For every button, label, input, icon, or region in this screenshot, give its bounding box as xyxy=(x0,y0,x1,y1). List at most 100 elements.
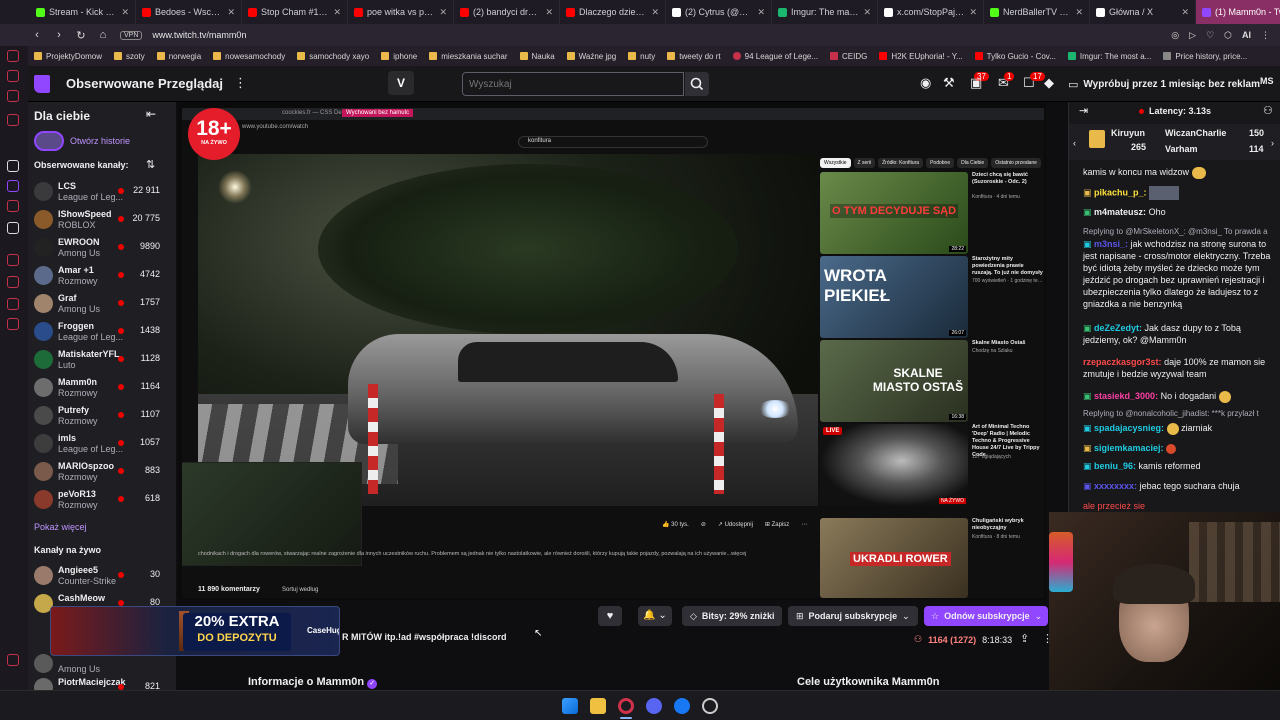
drops-icon[interactable]: ⚒ xyxy=(943,75,955,91)
telegram-icon[interactable] xyxy=(7,90,19,102)
more-icon[interactable]: ⋮ xyxy=(234,75,247,91)
browser-tab[interactable]: (2) Cytrus (@Cytr ✕ xyxy=(666,0,772,24)
browser-tab[interactable]: Stop Cham #1486 ✕ xyxy=(242,0,348,24)
followed-channel[interactable]: MatiskaterYFL Luto 1128 xyxy=(28,348,176,372)
bookmark-item[interactable]: CEIDG xyxy=(824,52,873,61)
bookmark-item[interactable]: iphone xyxy=(375,52,423,61)
play-icon[interactable]: ▷ xyxy=(1189,30,1196,41)
reload-icon[interactable]: ↻ xyxy=(74,29,88,42)
bookmark-item[interactable]: szoty xyxy=(108,52,151,61)
clock-icon[interactable] xyxy=(7,276,19,288)
close-tab-icon[interactable]: ✕ xyxy=(227,7,235,18)
close-tab-icon[interactable]: ✕ xyxy=(1075,7,1083,18)
followed-channel[interactable]: EWROON Among Us 9890 xyxy=(28,236,176,260)
ai-button[interactable]: AI xyxy=(1242,30,1251,40)
windows-icon[interactable] xyxy=(562,698,578,714)
followed-channel[interactable]: imls League of Leg... 1057 xyxy=(28,432,176,456)
message-user[interactable]: spadajacysnieg: xyxy=(1094,423,1164,433)
discord-icon[interactable] xyxy=(646,698,662,714)
chevron-right-icon[interactable]: › xyxy=(1271,138,1274,148)
user-avatar[interactable]: MS xyxy=(1260,76,1274,86)
snapshot-icon[interactable]: ◎ xyxy=(1171,30,1179,41)
extensions-icon[interactable]: ⬡ xyxy=(1224,30,1232,41)
forward-icon[interactable]: › xyxy=(52,29,66,41)
followed-channel[interactable]: peVoR13 Rozmowy 618 xyxy=(28,488,176,512)
whatsapp-icon[interactable] xyxy=(7,70,19,82)
search-button[interactable] xyxy=(685,72,709,96)
nav-browse[interactable]: Przeglądaj xyxy=(158,76,223,91)
browser-tab[interactable]: NerdBallerTV Strea✕ xyxy=(984,0,1090,24)
followed-channel[interactable]: Amar +1 Rozmowy 4742 xyxy=(28,264,176,288)
show-more-link[interactable]: Pokaż więcej xyxy=(34,522,87,532)
message-user[interactable]: deZeZedyt: xyxy=(1094,323,1142,333)
history-icon[interactable] xyxy=(7,254,19,266)
message-user[interactable]: pikachu_p_: xyxy=(1094,187,1147,197)
followed-channel[interactable]: IShowSpeed ROBLOX 20 775 xyxy=(28,208,176,232)
bookmark-item[interactable]: H2K EUphoria! - Y... xyxy=(873,52,968,61)
browser-tab[interactable]: poe witka vs poe k ✕ xyxy=(348,0,454,24)
x-icon[interactable] xyxy=(7,222,19,234)
share-icon[interactable]: ⇪ xyxy=(1020,632,1029,645)
gift-sub-button[interactable]: ⊞ Podaruj subskrypcje ⌄ xyxy=(788,606,918,626)
bookmark-item[interactable]: tweety do rt xyxy=(661,52,726,61)
browser-tab[interactable]: Stream - Kick Dashb✕ xyxy=(30,0,136,24)
settings-icon[interactable] xyxy=(7,654,19,666)
bookmark-item[interactable]: Imgur: The most a... xyxy=(1062,52,1157,61)
browser-tab[interactable]: Dlaczego dziewczy ✕ xyxy=(560,0,666,24)
follow-heart-button[interactable]: ♥ xyxy=(598,606,622,626)
bits-button[interactable]: ◇ Bitsy: 29% zniżki xyxy=(682,606,783,626)
bookmark-item[interactable]: nuty xyxy=(622,52,661,61)
close-tab-icon[interactable]: ✕ xyxy=(969,7,977,18)
search-input[interactable] xyxy=(462,72,684,96)
collapse-icon[interactable]: ⇤ xyxy=(146,107,156,121)
close-tab-icon[interactable]: ✕ xyxy=(651,7,659,18)
home-icon[interactable]: ⌂ xyxy=(96,29,110,41)
resub-button[interactable]: ☆ Odnów subskrypcje ⌄ xyxy=(924,606,1048,626)
browser-tab[interactable]: Główna / X ✕ xyxy=(1090,0,1196,24)
opera-icon[interactable] xyxy=(618,698,634,714)
live-channel[interactable]: Angieee5 Counter-Strike 30 xyxy=(28,564,176,588)
turbo-promo-button[interactable]: ▭ Wypróbuj przez 1 miesiąc bez reklam xyxy=(1068,74,1260,94)
followed-channel[interactable]: Froggen League of Leg... 1438 xyxy=(28,320,176,344)
expand-icon[interactable]: ⇥ xyxy=(1079,104,1088,117)
message-user[interactable]: m4mateusz: xyxy=(1094,207,1146,217)
browser-tab[interactable]: Bedoes - Wschód ✕ xyxy=(136,0,242,24)
nav-following[interactable]: Obserwowane xyxy=(66,76,154,91)
prime-icon[interactable]: ◆ xyxy=(1044,75,1054,91)
bookmark-item[interactable]: 94 League of Lege... xyxy=(727,52,824,61)
twitch-icon[interactable] xyxy=(7,180,19,192)
vpn-badge[interactable]: VPN xyxy=(120,30,143,40)
followed-channel[interactable]: Putrefy Rozmowy 1107 xyxy=(28,404,176,428)
twitch-logo-icon[interactable] xyxy=(34,75,50,93)
history-button[interactable]: Otwórz historie xyxy=(34,130,170,152)
message-user[interactable]: m3nsi_: xyxy=(1094,239,1128,249)
back-icon[interactable]: ‹ xyxy=(30,29,44,41)
discord-icon[interactable] xyxy=(7,200,19,212)
browser-tab-active[interactable]: (1) Mamm0n - Twitch✕ xyxy=(1196,0,1280,24)
live-channel[interactable]: PiotrMaciejczak 821 xyxy=(28,676,176,690)
close-tab-icon[interactable]: ✕ xyxy=(1181,7,1189,18)
browser-tab[interactable]: x.com/StopPajalo ✕ xyxy=(878,0,984,24)
close-tab-icon[interactable]: ✕ xyxy=(121,7,129,18)
followed-channel[interactable]: MARIOspzoo Rozmowy 883 xyxy=(28,460,176,484)
bookmark-item[interactable]: Price history, price... xyxy=(1157,52,1253,61)
close-tab-icon[interactable]: ✕ xyxy=(545,7,553,18)
followed-channel[interactable]: Mamm0n Rozmowy 1164 xyxy=(28,376,176,400)
bookmark-item[interactable]: ProjektyDomow xyxy=(28,52,108,61)
bookmark-item[interactable]: mieszkania suchar xyxy=(423,52,513,61)
sort-icon[interactable]: ⇅ xyxy=(146,158,155,171)
messenger-icon[interactable] xyxy=(7,50,19,62)
folder-icon[interactable] xyxy=(590,698,606,714)
chevron-left-icon[interactable]: ‹ xyxy=(1073,138,1076,148)
followed-channel[interactable]: LCS League of Leg... 22 911 xyxy=(28,180,176,204)
browser-tab[interactable]: (2) bandyci drogow ✕ xyxy=(454,0,560,24)
extension-logo-icon[interactable]: V xyxy=(388,71,414,95)
close-tab-icon[interactable]: ✕ xyxy=(863,7,871,18)
url-field[interactable]: www.twitch.tv/mamm0n xyxy=(152,30,246,40)
messenger-icon[interactable] xyxy=(674,698,690,714)
close-tab-icon[interactable]: ✕ xyxy=(333,7,341,18)
message-user[interactable]: xxxxxxxx: xyxy=(1094,481,1137,491)
bookmark-item[interactable]: Ważne jpg xyxy=(561,52,623,61)
menu-icon[interactable]: ⋮ xyxy=(1261,30,1270,41)
message-user[interactable]: stasiekd_3000: xyxy=(1094,391,1158,401)
